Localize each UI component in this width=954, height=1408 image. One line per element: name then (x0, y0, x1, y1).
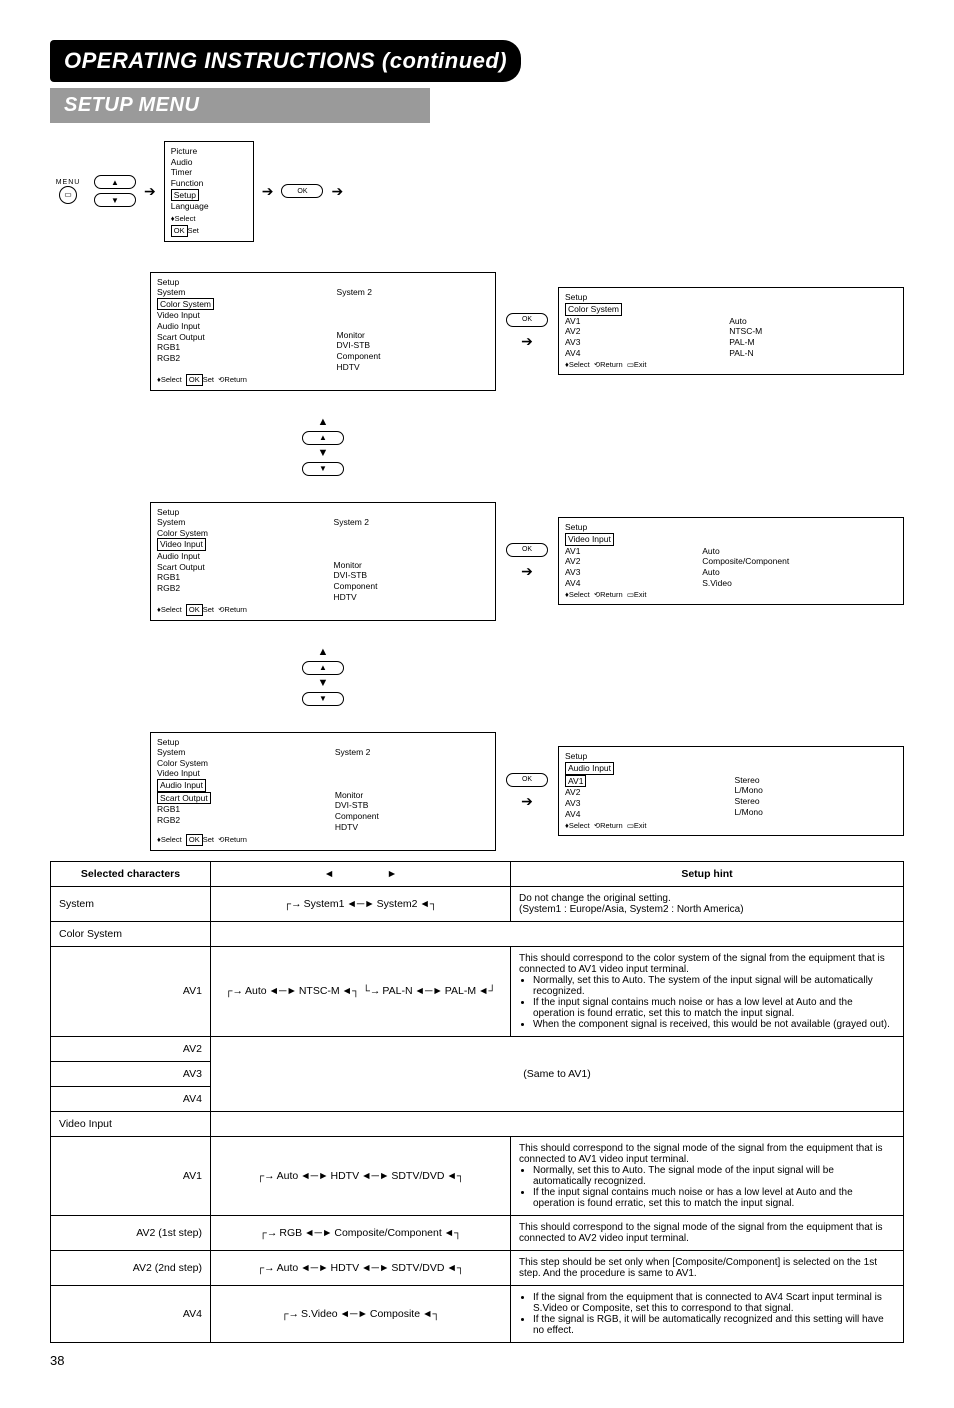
row-label: AV3 (51, 1061, 211, 1086)
osd-setup-audio-input: Setup System Color System Video Input Au… (150, 732, 496, 851)
osd-audio-input-detail: Setup Audio Input AV1 AV2 AV3 AV4 Stereo… (558, 746, 904, 835)
row-cycle: ┌→Auto ◄─► NTSC-M◄┐ └→PAL-N ◄─► PAL-M◄┘ (211, 946, 511, 1036)
row-hint: (Same to AV1) (211, 1036, 904, 1111)
up-arrow-icon: ▲ (302, 661, 344, 675)
up-arrow-icon: ▲ (302, 431, 344, 445)
section-title: SETUP MENU (50, 88, 430, 123)
header-hint: Setup hint (511, 861, 904, 886)
row-label: AV1 (51, 946, 211, 1036)
down-arrow-icon: ▼ (94, 193, 136, 207)
header-selected: Selected characters (51, 861, 211, 886)
menu-flow-diagram: MENU ▭ ▲ ▼ ➔ Picture Audio Timer Functio… (50, 141, 904, 851)
flow-arrow-icon: ➔ (144, 183, 156, 200)
row-label: AV1 (51, 1136, 211, 1215)
table-row: AV1 ┌→ Auto ◄─►HDTV ◄─►SDTV/DVD ◄┐ This … (51, 1136, 904, 1215)
row-cycle: ┌→ Auto ◄─►HDTV ◄─►SDTV/DVD ◄┐ (211, 1250, 511, 1285)
table-row: Video Input (51, 1111, 904, 1136)
osd-main-menu: Picture Audio Timer Function Setup Langu… (164, 141, 254, 242)
row-label: AV2 (51, 1036, 211, 1061)
row-hint: This should correspond to the color syst… (511, 946, 904, 1036)
ok-button-icon: OK (506, 313, 548, 327)
osd-video-input-detail: Setup Video Input AV1 AV2 AV3 AV4 Auto C… (558, 517, 904, 604)
table-row: AV2 (1st step) ┌→RGB ◄─► Composite/Compo… (51, 1215, 904, 1250)
row-hint: This step should be set only when [Compo… (511, 1250, 904, 1285)
row-hint: Do not change the original setting. (Sys… (511, 886, 904, 921)
row-cycle: ┌→S.Video ◄─► Composite ◄┐ (211, 1285, 511, 1342)
table-row: AV2 (2nd step) ┌→ Auto ◄─►HDTV ◄─►SDTV/D… (51, 1250, 904, 1285)
right-arrow-icon: ► (387, 868, 397, 880)
ok-button-icon: OK (506, 773, 548, 787)
ok-button-icon: OK (281, 184, 323, 198)
nav-pills: ▲ ▼ (94, 175, 136, 207)
ok-button-icon: OK (506, 543, 548, 557)
row-label: AV2 (1st step) (51, 1215, 211, 1250)
table-row: Color System (51, 921, 904, 946)
row-cycle: ┌→System1 ◄─► System2 ◄┐ (211, 886, 511, 921)
row-label: Color System (51, 921, 211, 946)
row-label: AV2 (2nd step) (51, 1250, 211, 1285)
row-cycle: ┌→ Auto ◄─►HDTV ◄─►SDTV/DVD ◄┐ (211, 1136, 511, 1215)
row-cycle: ┌→RGB ◄─► Composite/Component ◄┐ (211, 1215, 511, 1250)
osd-color-system-detail: Setup Color System AV1 AV2 AV3 AV4 Auto … (558, 287, 904, 374)
table-row: AV2 (Same to AV1) (51, 1036, 904, 1061)
row-hint: This should correspond to the signal mod… (511, 1215, 904, 1250)
down-arrow-icon: ▼ (302, 462, 344, 476)
header-arrows: ◄ ► (211, 861, 511, 886)
page-title: OPERATING INSTRUCTIONS (continued) (50, 40, 521, 82)
flow-arrow-icon: ➔ (331, 183, 343, 200)
page-number: 38 (50, 1353, 904, 1368)
left-arrow-icon: ◄ (324, 868, 334, 880)
osd-setup-color-system: Setup System Color System Video Input Au… (150, 272, 496, 391)
setup-table: Selected characters ◄ ► Setup hint Syste… (50, 861, 904, 1343)
row-label: AV4 (51, 1086, 211, 1111)
table-row: AV1 ┌→Auto ◄─► NTSC-M◄┐ └→PAL-N ◄─► PAL-… (51, 946, 904, 1036)
table-row: AV4 ┌→S.Video ◄─► Composite ◄┐ If the si… (51, 1285, 904, 1342)
row-label: AV4 (51, 1285, 211, 1342)
row-hint: If the signal from the equipment that is… (511, 1285, 904, 1342)
menu-button-icon: MENU ▭ (50, 179, 86, 204)
row-hint: This should correspond to the signal mod… (511, 1136, 904, 1215)
row-label: Video Input (51, 1111, 211, 1136)
table-row: System ┌→System1 ◄─► System2 ◄┐ Do not c… (51, 886, 904, 921)
down-arrow-icon: ▼ (302, 692, 344, 706)
flow-arrow-icon: ➔ (262, 183, 274, 200)
up-arrow-icon: ▲ (94, 175, 136, 189)
row-label: System (51, 886, 211, 921)
osd-setup-video-input: Setup System Color System Video Input Au… (150, 502, 496, 621)
